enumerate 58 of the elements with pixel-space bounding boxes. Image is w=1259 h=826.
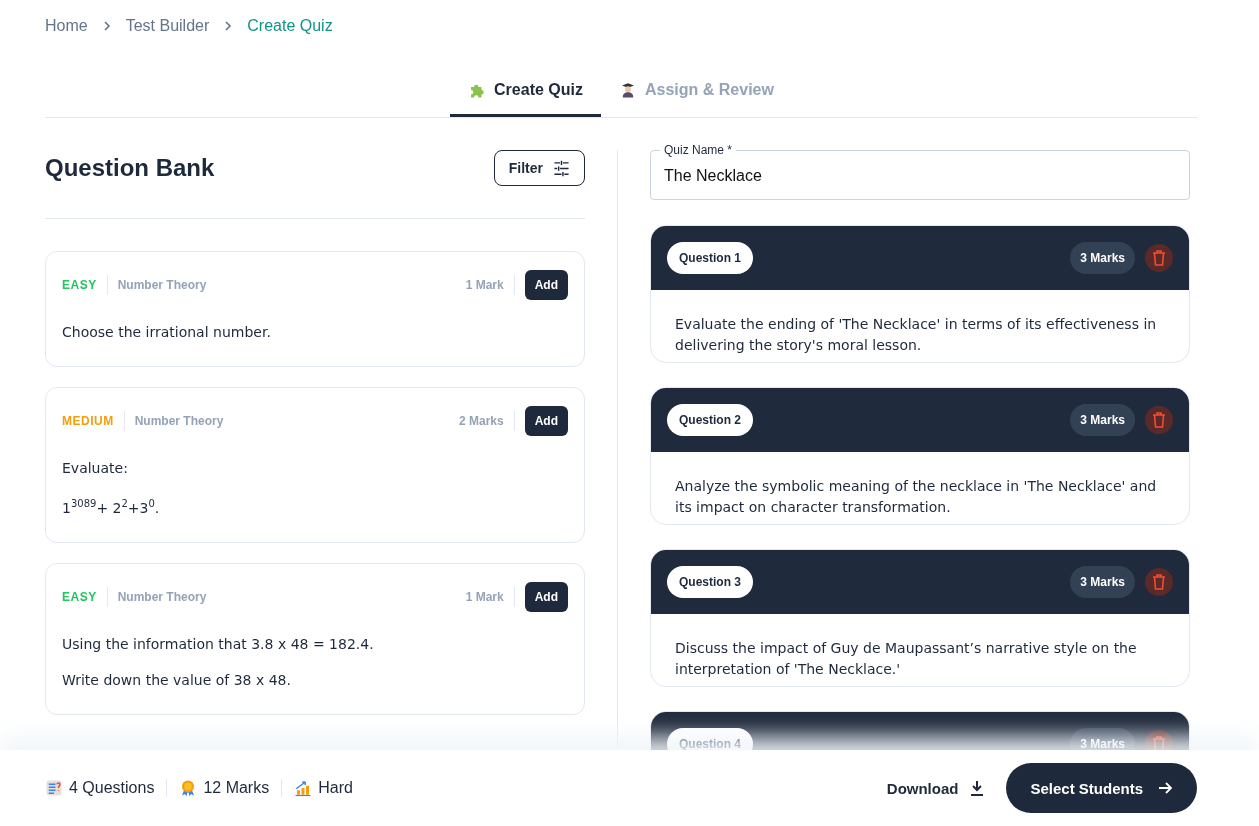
tab[interactable]: Create Quiz (450, 66, 601, 117)
delete-button[interactable] (1145, 730, 1173, 751)
download-button[interactable]: Download (886, 779, 985, 797)
marks-label: 1 Mark (465, 586, 515, 607)
topic-label: Number Theory (116, 278, 208, 292)
question-number-label: Question 4 (667, 728, 753, 751)
question-number-label: Question 2 (667, 404, 753, 436)
question-text: Using the information that 3.8 x 48 = 182.4. (62, 634, 375, 654)
field-label: Quiz Name * (663, 143, 734, 157)
download-icon (970, 780, 985, 796)
select-students-button[interactable]: Select Students (1006, 763, 1197, 813)
delete-button[interactable] (1145, 406, 1173, 434)
arrow-right-icon (1157, 780, 1173, 796)
stat-text: 12 Marks (203, 779, 270, 797)
question-text: Discuss the impact of Guy de Maupassant’s narrative style on the interpretation of 'The Necklace.' (674, 639, 1138, 679)
breadcrumb-link[interactable]: Test Builder (125, 17, 210, 35)
add-button[interactable]: Add (524, 581, 568, 612)
marks-label: 3 Marks (1070, 242, 1135, 274)
marks-label: 3 Marks (1070, 566, 1135, 598)
chevron-right-icon (223, 21, 234, 31)
question-number-label: Question 1 (667, 242, 753, 274)
question-text: 1$^{3089}$+ 2$^{2}$+3$^{0}$. (62, 497, 161, 518)
graduate-icon (619, 81, 637, 99)
question-text: Write down the value of 38 x 48. (62, 670, 292, 690)
chevron-right-icon (101, 21, 112, 31)
breadcrumb-link[interactable]: Create Quiz (247, 17, 333, 35)
quiz-name-field[interactable]: Quiz Name * The Necklace (650, 143, 1190, 200)
question-text: Choose the irrational number. (62, 323, 272, 342)
filter-button[interactable]: Filter (493, 150, 585, 186)
section-title: Question Bank (45, 154, 215, 182)
difficulty-label: EASY (62, 275, 108, 295)
marks-label: 3 Marks (1070, 404, 1135, 436)
marks-label: 3 Marks (1070, 728, 1135, 751)
stat-text: 4 Questions (69, 779, 155, 797)
question-number-label: Question 3 (667, 566, 753, 598)
question-text: Evaluate the ending of 'The Necklace' in terms of its effectiveness in delivering the story's moral lesson. (674, 315, 1158, 355)
add-button[interactable]: Add (524, 270, 568, 300)
difficulty-label: EASY (62, 586, 108, 607)
sliders-icon (553, 159, 570, 177)
question-text: Analyze the symbolic meaning of the necklace in 'The Necklace' and its impact on character transformation. (674, 477, 1158, 517)
delete-button[interactable] (1145, 244, 1173, 272)
delete-button[interactable] (1145, 568, 1173, 596)
trash-icon (1152, 574, 1166, 590)
text-input[interactable]: The Necklace (652, 157, 1188, 198)
question-text: Evaluate: (62, 459, 129, 478)
question-list-icon (45, 779, 63, 797)
bar-chart-icon (294, 779, 313, 797)
trash-icon (1152, 412, 1166, 428)
trash-icon (1152, 736, 1166, 751)
breadcrumb-link[interactable]: Home (45, 17, 88, 35)
add-button[interactable]: Add (524, 406, 568, 436)
trash-icon (1152, 250, 1166, 266)
topic-label: Number Theory (133, 414, 225, 428)
topic-label: Number Theory (116, 589, 208, 604)
marks-label: 1 Mark (465, 275, 515, 295)
stat-text: Hard (318, 779, 353, 797)
difficulty-label: MEDIUM (62, 411, 125, 431)
marks-label: 2 Marks (458, 411, 515, 431)
